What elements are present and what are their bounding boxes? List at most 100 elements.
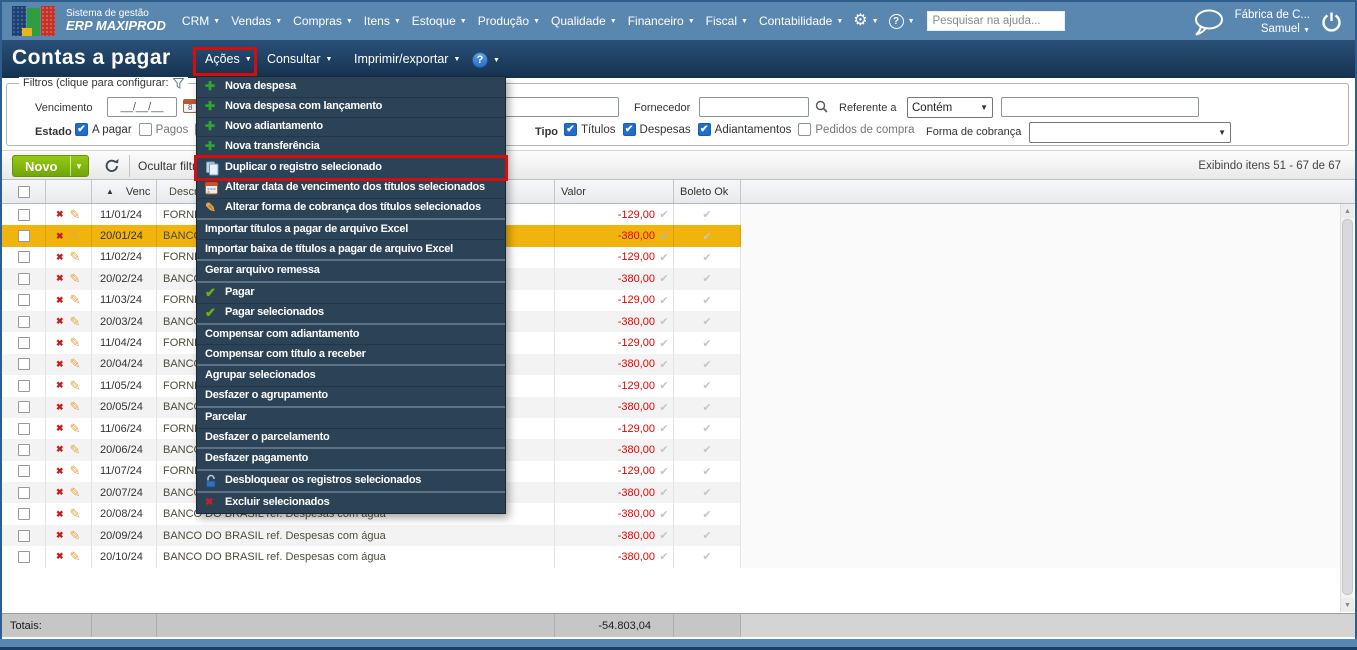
vencimento-from-input[interactable] — [107, 97, 177, 117]
edit-row-icon[interactable]: ✎ — [70, 314, 81, 330]
menu-item-desbloquear-os-registros-selecionados[interactable]: Desbloquear os registros selecionados — [197, 471, 505, 491]
row-checkbox[interactable] — [17, 251, 30, 264]
menu-imprimir-exportar[interactable]: Imprimir/exportar ▼ — [354, 52, 460, 66]
top-menu-qualidade[interactable]: Qualidade ▼ — [551, 14, 617, 28]
row-checkbox[interactable] — [17, 208, 30, 221]
edit-row-icon[interactable]: ✎ — [70, 335, 81, 351]
chat-icon[interactable] — [1191, 8, 1225, 36]
edit-row-icon[interactable]: ✎ — [70, 378, 81, 394]
referente-input[interactable] — [1001, 97, 1199, 117]
edit-row-icon[interactable]: ✎ — [70, 421, 81, 437]
delete-row-icon[interactable]: ✖ — [56, 273, 64, 284]
delete-row-icon[interactable]: ✖ — [56, 487, 64, 498]
edit-row-icon[interactable]: ✎ — [70, 463, 81, 479]
delete-row-icon[interactable]: ✖ — [56, 231, 64, 242]
tipo-option[interactable]: Pedidos de compra — [798, 123, 914, 136]
account-info[interactable]: Fábrica de C... Samuel ▼ — [1235, 8, 1310, 37]
power-icon[interactable] — [1320, 11, 1343, 34]
row-checkbox[interactable] — [17, 422, 30, 435]
menu-item-pagar-selecionados[interactable]: ✔ Pagar selecionados — [197, 302, 505, 323]
top-menu-financeiro[interactable]: Financeiro ▼ — [628, 14, 695, 28]
unchecked-checkbox[interactable] — [798, 123, 812, 136]
menu-item-desfazer-o-agrupamento[interactable]: Desfazer o agrupamento — [197, 385, 505, 406]
fornecedor-input[interactable] — [699, 97, 809, 117]
menu-item-novo-adiantamento[interactable]: ✚ Novo adiantamento — [197, 116, 505, 137]
row-checkbox[interactable] — [17, 379, 30, 392]
delete-row-icon[interactable]: ✖ — [56, 209, 64, 220]
vertical-scrollbar[interactable]: ▲ ▼ — [1340, 204, 1354, 612]
top-menu-fiscal[interactable]: Fiscal ▼ — [706, 14, 748, 28]
menu-item-importar-t-tulos-a-pagar-de-arquivo-excel[interactable]: Importar títulos a pagar de arquivo Exce… — [197, 220, 505, 240]
header-boleto-ok[interactable]: Boleto Ok — [674, 180, 741, 203]
top-menu-crm[interactable]: CRM ▼ — [182, 14, 220, 28]
delete-row-icon[interactable]: ✖ — [56, 338, 64, 349]
menu-item-parcelar[interactable]: Parcelar — [197, 408, 505, 428]
top-menu-itens[interactable]: Itens ▼ — [364, 14, 401, 28]
row-checkbox[interactable] — [17, 486, 30, 499]
header-valor[interactable]: Valor — [555, 180, 674, 203]
checked-checkbox[interactable]: ✔ — [622, 123, 636, 136]
calendar-icon[interactable] — [183, 99, 197, 113]
delete-row-icon[interactable]: ✖ — [56, 252, 64, 263]
row-checkbox[interactable] — [17, 529, 30, 542]
checked-checkbox[interactable]: ✔ — [564, 123, 577, 136]
edit-row-icon[interactable]: ✎ — [70, 271, 81, 287]
menu-consultar[interactable]: Consultar ▼ — [267, 52, 332, 66]
top-menu-estoque[interactable]: Estoque ▼ — [412, 14, 467, 28]
edit-row-icon[interactable]: ✎ — [70, 442, 81, 458]
edit-row-icon[interactable]: ✎ — [70, 528, 81, 544]
delete-row-icon[interactable]: ✖ — [56, 530, 64, 541]
row-checkbox[interactable] — [17, 401, 30, 414]
menu-item-desfazer-pagamento[interactable]: Desfazer pagamento — [197, 449, 505, 469]
menu-item-pagar[interactable]: ✔ Pagar — [197, 283, 505, 303]
menu-item-duplicar-o-registro-selecionado[interactable]: Duplicar o registro selecionado — [197, 158, 505, 178]
top-menu-vendas[interactable]: Vendas ▼ — [231, 14, 282, 28]
edit-row-icon[interactable]: ✎ — [70, 292, 81, 308]
top-menu-compras[interactable]: Compras ▼ — [293, 14, 353, 28]
delete-row-icon[interactable]: ✖ — [56, 402, 64, 413]
filter-funnel-icon[interactable] — [172, 77, 184, 89]
checked-checkbox[interactable]: ✔ — [75, 123, 88, 136]
edit-row-icon[interactable]: ✎ — [70, 356, 81, 372]
row-checkbox[interactable] — [17, 465, 30, 478]
menu-item-nova-despesa-com-lan-amento[interactable]: ✚ Nova despesa com lançamento — [197, 96, 505, 117]
menu-item-alterar-data-de-vencimento-dos-t-tulos-selecionados[interactable]: Alterar data de vencimento dos títulos s… — [197, 177, 505, 198]
edit-row-icon[interactable]: ✎ — [70, 549, 81, 565]
menu-item-alterar-forma-de-cobran-a-dos-t-tulos-selecionados[interactable]: ✎ Alterar forma de cobrança dos títulos s… — [197, 197, 505, 218]
menu-item-agrupar-selecionados[interactable]: Agrupar selecionados — [197, 366, 505, 386]
edit-row-icon[interactable]: ✎ — [70, 399, 81, 415]
delete-row-icon[interactable]: ✖ — [56, 509, 64, 520]
edit-row-icon[interactable]: ✎ — [70, 249, 81, 265]
top-menu-produo[interactable]: Produção ▼ — [478, 14, 540, 28]
referente-operator-select[interactable]: Contém ▼ — [907, 97, 993, 118]
chevron-down-icon[interactable]: ▼ — [69, 156, 88, 176]
menu-item-excluir-selecionados[interactable]: ✖ Excluir selecionados — [197, 493, 505, 513]
scroll-down-icon[interactable]: ▼ — [1341, 598, 1354, 612]
row-checkbox[interactable] — [17, 230, 30, 243]
select-all-checkbox[interactable] — [17, 185, 30, 198]
row-checkbox[interactable] — [17, 550, 30, 563]
help-button[interactable]: ? ▼ — [472, 52, 500, 68]
scrollbar-thumb[interactable] — [1342, 219, 1353, 595]
row-checkbox[interactable] — [17, 272, 30, 285]
row-checkbox[interactable] — [17, 337, 30, 350]
row-checkbox[interactable] — [17, 358, 30, 371]
help-search-input[interactable] — [926, 11, 1065, 31]
tipo-option[interactable]: ✔ Adiantamentos — [697, 123, 791, 136]
menu-item-desfazer-o-parcelamento[interactable]: Desfazer o parcelamento — [197, 427, 505, 448]
scroll-up-icon[interactable]: ▲ — [1341, 204, 1354, 218]
help-icon[interactable]: ? — [888, 13, 904, 29]
delete-row-icon[interactable]: ✖ — [56, 444, 64, 455]
menu-item-nova-transfer-ncia[interactable]: ✚ Nova transferência — [197, 136, 505, 156]
filters-legend[interactable]: Filtros (clique para configurar: — [23, 77, 169, 89]
menu-item-gerar-arquivo-remessa[interactable]: Gerar arquivo remessa — [197, 261, 505, 281]
delete-row-icon[interactable]: ✖ — [56, 359, 64, 370]
delete-row-icon[interactable]: ✖ — [56, 466, 64, 477]
estado-option[interactable]: Pagos — [138, 123, 188, 136]
header-venc[interactable]: ▲ Venc — [92, 180, 157, 203]
novo-button[interactable]: Novo ▼ — [12, 155, 89, 177]
tipo-option[interactable]: ✔ Despesas — [622, 123, 691, 136]
menu-item-importar-baixa-de-t-tulos-a-pagar-de-arquivo-excel[interactable]: Importar baixa de títulos a pagar de arq… — [197, 239, 505, 259]
forma-cobranca-select[interactable]: ▼ — [1029, 122, 1231, 143]
row-checkbox[interactable] — [17, 294, 30, 307]
